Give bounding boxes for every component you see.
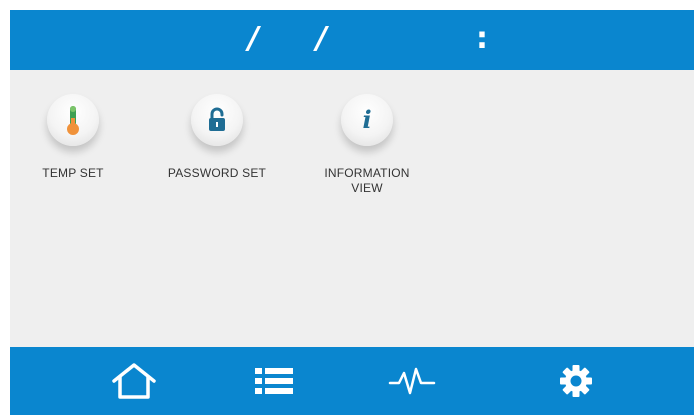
lock-icon bbox=[191, 94, 243, 146]
time-separator: : bbox=[476, 21, 488, 56]
home-button[interactable] bbox=[108, 357, 160, 405]
list-button[interactable] bbox=[248, 357, 300, 405]
home-icon bbox=[112, 363, 156, 399]
bottom-nav-bar bbox=[10, 347, 694, 415]
temp-set-label: TEMP SET bbox=[42, 166, 104, 180]
gear-icon bbox=[560, 365, 592, 397]
date-separator: / bbox=[248, 21, 259, 56]
thermometer-icon bbox=[47, 94, 99, 146]
pulse-icon bbox=[388, 367, 436, 395]
list-icon bbox=[255, 368, 293, 394]
top-status-bar: / / : bbox=[10, 10, 694, 70]
info-icon: i bbox=[341, 94, 393, 146]
settings-button[interactable] bbox=[550, 357, 602, 405]
main-content: TEMP SET PASSWORD SET i INFORMATION VIEW bbox=[10, 70, 694, 347]
password-set-label: PASSWORD SET bbox=[167, 166, 267, 180]
information-view-button[interactable]: i INFORMATION VIEW bbox=[302, 94, 432, 196]
password-set-button[interactable]: PASSWORD SET bbox=[152, 94, 282, 181]
pulse-button[interactable] bbox=[386, 357, 438, 405]
temp-set-button[interactable]: TEMP SET bbox=[8, 94, 138, 181]
date-separator: / bbox=[316, 21, 327, 56]
information-view-label: INFORMATION VIEW bbox=[324, 166, 410, 195]
